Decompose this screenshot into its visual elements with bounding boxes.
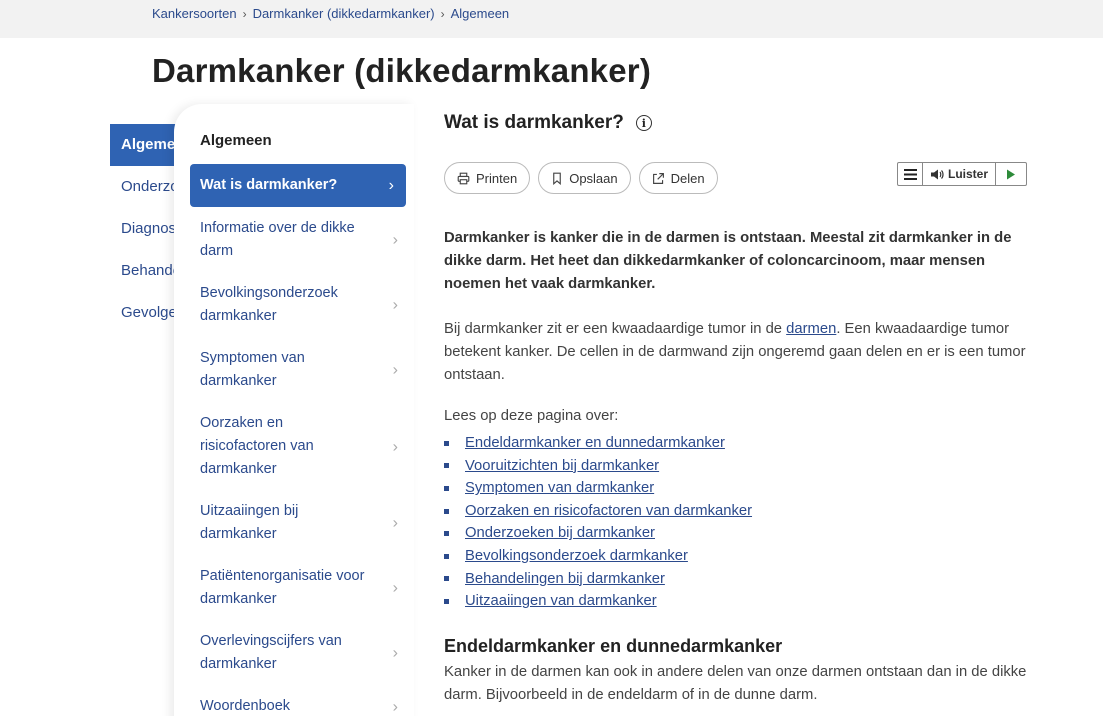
link-vooruitzichten[interactable]: Vooruitzichten bij darmkanker (465, 455, 659, 478)
chevron-right-icon: › (242, 6, 247, 21)
save-label: Opslaan (569, 170, 618, 186)
print-button[interactable]: Printen (444, 162, 531, 194)
readspeaker-widget: Luister (897, 162, 1027, 186)
bullet-icon (444, 553, 449, 559)
submenu-item-symptomen[interactable]: Symptomen van darmkanker › (200, 347, 400, 393)
paragraph-2: Kanker in de darmen kan ook in andere de… (444, 664, 1027, 703)
speaker-icon (930, 169, 944, 179)
page-title: Darmkanker (dikkedarmkanker) (152, 52, 652, 89)
page-links-list: Endeldarmkanker en dunnedarmkanker Vooru… (444, 432, 752, 613)
info-icon[interactable]: i (635, 115, 652, 131)
chevron-right-icon: › (440, 6, 445, 21)
save-button[interactable]: Opslaan (538, 162, 631, 194)
link-uitzaaiingen[interactable]: Uitzaaiingen van darmkanker (465, 590, 657, 613)
action-toolbar: Printen Opslaan Delen (444, 162, 718, 194)
lees-label: Lees op deze pagina over: (444, 408, 619, 424)
submenu-item-label: Wat is darmkanker? (200, 177, 338, 193)
intro-text: Darmkanker is kanker die in de darmen is… (444, 230, 1012, 292)
breadcrumb-kankersoorten[interactable]: Kankersoorten (152, 6, 237, 21)
list-item: Endeldarmkanker en dunnedarmkanker (444, 432, 752, 455)
bullet-icon (444, 463, 449, 469)
submenu-item-bevolkingsonderzoek[interactable]: Bevolkingsonderzoek darmkanker › (200, 282, 400, 328)
chevron-right-icon: › (392, 296, 398, 314)
link-oorzaken[interactable]: Oorzaken en risicofactoren van darmkanke… (465, 500, 752, 523)
submenu-item-woordenboek[interactable]: Woordenboek › (200, 695, 400, 716)
paragraph-1: Bij darmkanker zit er een kwaadaardige t… (444, 318, 1034, 387)
submenu-item-label: Informatie over de dikke darm (200, 220, 355, 259)
submenu-item-patientenorganisatie[interactable]: Patiëntenorganisatie voor darmkanker › (200, 565, 400, 611)
breadcrumb-darmkanker[interactable]: Darmkanker (dikkedarmkanker) (253, 6, 435, 21)
breadcrumb: Kankersoorten › Darmkanker (dikkedarmkan… (152, 6, 509, 21)
link-endeldarmkanker[interactable]: Endeldarmkanker en dunnedarmkanker (465, 432, 725, 455)
submenu-item-label: Uitzaaiingen bij darmkanker (200, 503, 299, 542)
printer-icon (457, 172, 470, 184)
submenu-item-label: Overlevingscijfers van darmkanker (200, 633, 342, 672)
darmen-link[interactable]: darmen (786, 321, 836, 337)
submenu-item-oorzaken[interactable]: Oorzaken en risicofactoren van darmkanke… (200, 412, 400, 481)
submenu-item-wat-is-darmkanker[interactable]: Wat is darmkanker? › (190, 164, 406, 207)
list-item: Vooruitzichten bij darmkanker (444, 455, 752, 478)
list-item: Oorzaken en risicofactoren van darmkanke… (444, 500, 752, 523)
link-symptomen[interactable]: Symptomen van darmkanker (465, 477, 654, 500)
list-item: Onderzoeken bij darmkanker (444, 522, 752, 545)
bullet-icon (444, 485, 449, 491)
bullet-icon (444, 598, 449, 604)
submenu-item-label: Woordenboek (200, 698, 291, 714)
submenu-item-overlevingscijfers[interactable]: Overlevingscijfers van darmkanker › (200, 630, 400, 676)
print-label: Printen (476, 170, 518, 186)
menu-icon (903, 168, 917, 180)
list-item: Bevolkingsonderzoek darmkanker (444, 545, 752, 568)
link-bevolkingsonderzoek[interactable]: Bevolkingsonderzoek darmkanker (465, 545, 688, 568)
breadcrumb-algemeen[interactable]: Algemeen (451, 6, 510, 21)
listen-label: Luister (947, 167, 988, 181)
link-onderzoeken[interactable]: Onderzoeken bij darmkanker (465, 522, 655, 545)
bullet-icon (444, 508, 449, 514)
chevron-right-icon: › (392, 644, 398, 662)
share-icon (652, 172, 664, 184)
chevron-right-icon: › (392, 579, 398, 597)
submenu-item-uitzaaiingen[interactable]: Uitzaaiingen bij darmkanker › (200, 500, 400, 546)
chevron-right-icon: › (392, 698, 398, 715)
share-button[interactable]: Delen (638, 162, 718, 194)
content-header: Wat is darmkanker? i (444, 112, 1034, 134)
bullet-icon (444, 576, 449, 582)
play-button[interactable] (996, 163, 1026, 185)
list-item: Uitzaaiingen van darmkanker (444, 590, 752, 613)
submenu-item-label: Bevolkingsonderzoek darmkanker (200, 285, 338, 324)
chevron-right-icon: › (392, 514, 398, 532)
link-behandelingen[interactable]: Behandelingen bij darmkanker (465, 568, 665, 591)
content-heading: Wat is darmkanker? i (444, 112, 1034, 134)
list-item: Behandelingen bij darmkanker (444, 568, 752, 591)
submenu-item-label: Oorzaken en risicofactoren van darmkanke… (200, 415, 314, 477)
listen-menu-button[interactable] (898, 163, 923, 185)
submenu-item-label: Symptomen van darmkanker (200, 350, 305, 389)
content-heading-text: Wat is darmkanker? (444, 112, 624, 133)
bookmark-icon (553, 172, 562, 185)
paragraph-1-start: Bij darmkanker zit er een kwaadaardige t… (444, 321, 787, 337)
submenu-item-informatie[interactable]: Informatie over de dikke darm › (200, 217, 400, 263)
share-label: Delen (670, 170, 705, 186)
bullet-icon (444, 440, 449, 446)
chevron-right-icon: › (392, 438, 398, 455)
bullet-icon (444, 531, 449, 537)
submenu-heading: Algemeen (200, 132, 272, 149)
chevron-right-icon: › (392, 361, 398, 379)
play-icon (1007, 169, 1015, 179)
chevron-right-icon: › (388, 177, 394, 194)
submenu-item-label: Patiëntenorganisatie voor darmkanker (200, 568, 365, 607)
section-title: Endeldarmkanker en dunnedarmkanker (444, 636, 783, 656)
listen-button[interactable]: Luister (923, 163, 996, 185)
chevron-right-icon: › (392, 231, 398, 249)
list-item: Symptomen van darmkanker (444, 477, 752, 500)
submenu-panel: Algemeen Wat is darmkanker? › Informatie… (174, 104, 414, 716)
